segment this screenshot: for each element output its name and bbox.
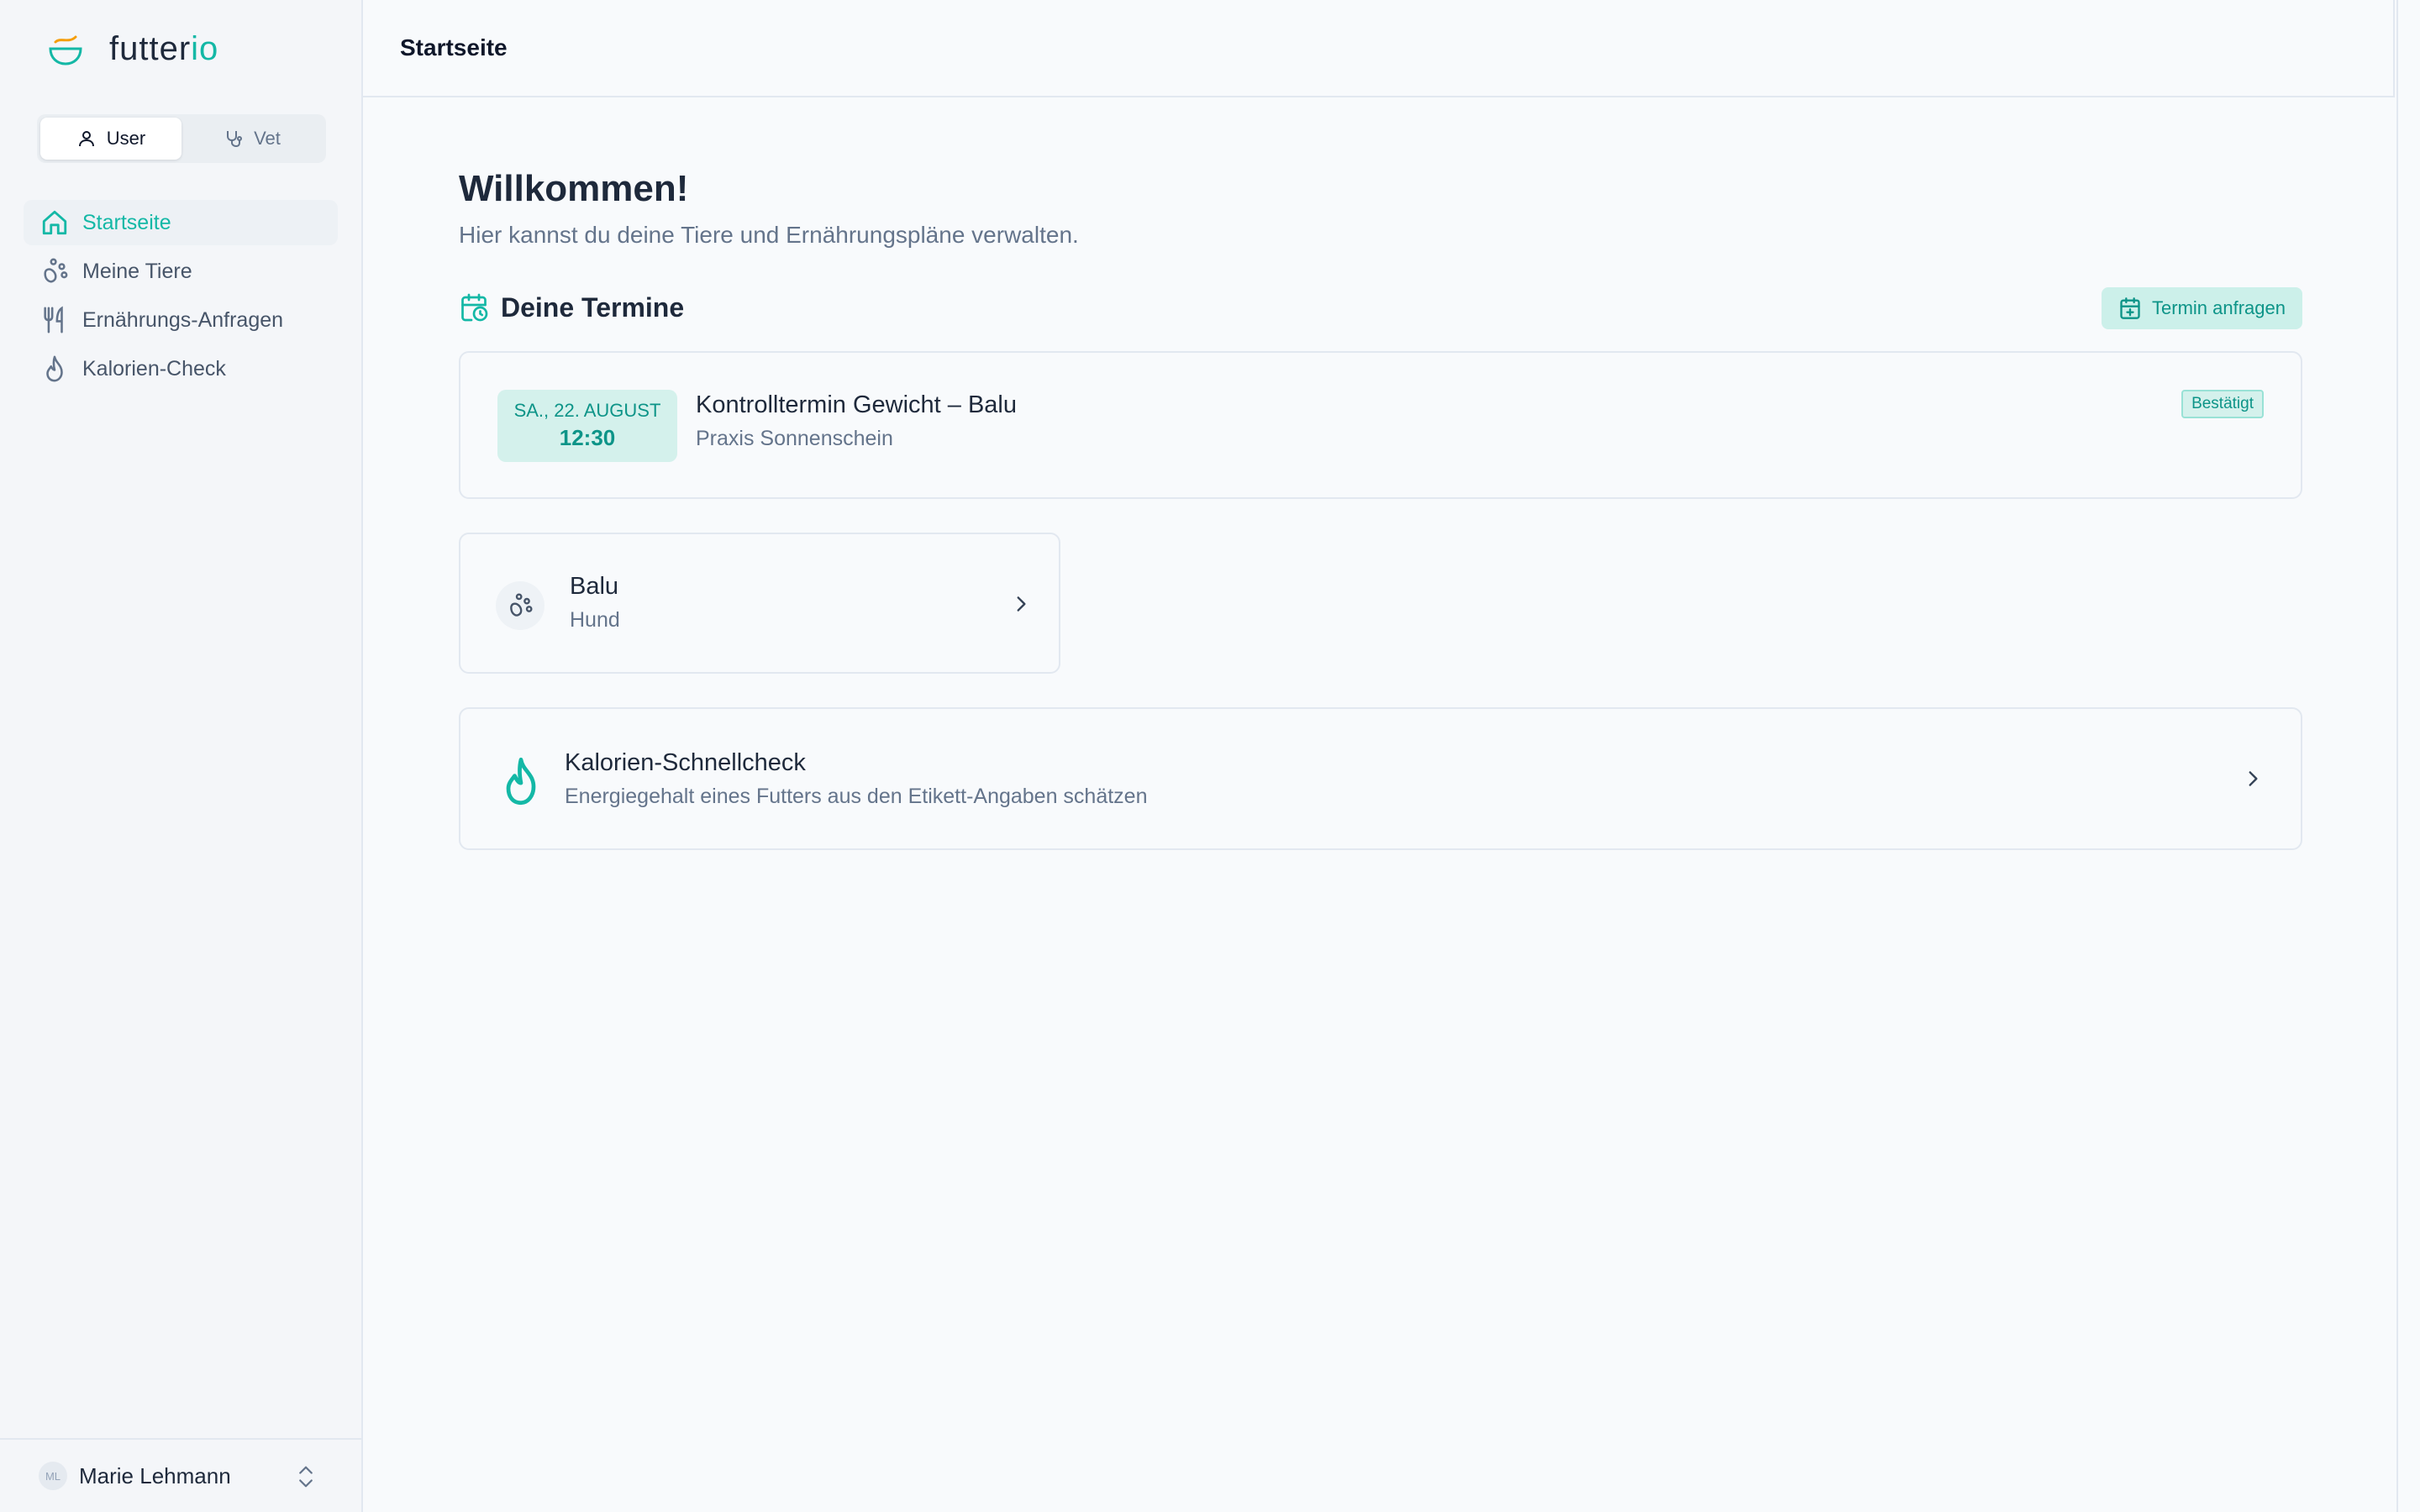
user-icon bbox=[78, 131, 94, 147]
content: Willkommen! Hier kannst du deine Tiere u… bbox=[459, 168, 2302, 850]
avatar: ML bbox=[39, 1462, 67, 1490]
flame-icon bbox=[506, 757, 536, 806]
paw-icon bbox=[44, 258, 68, 283]
app: futterio User Vet Startseite Meine Tiere… bbox=[0, 0, 2420, 1512]
appointment-place: Praxis Sonnenschein bbox=[696, 427, 893, 450]
sidebar-item-label: Kalorien-Check bbox=[82, 356, 226, 381]
pet-name: Balu bbox=[570, 573, 619, 600]
pet-card[interactable]: Balu Hund bbox=[459, 533, 1060, 674]
page-header-title: Startseite bbox=[400, 34, 508, 60]
appointment-title: Kontrolltermin Gewicht – Balu bbox=[696, 391, 1017, 418]
page-title: Willkommen! bbox=[459, 168, 689, 209]
sidebar-item-startseite[interactable]: Startseite bbox=[24, 200, 338, 245]
chevron-right-icon bbox=[2249, 771, 2258, 786]
user-menu[interactable]: ML Marie Lehmann bbox=[0, 1438, 361, 1512]
appointment-card[interactable]: SA., 22. AUGUST 12:30 Kontrolltermin Gew… bbox=[459, 351, 2302, 499]
sidebar-item-kalorien-check[interactable]: Kalorien-Check bbox=[24, 346, 338, 391]
sidebar-item-meine-tiere[interactable]: Meine Tiere bbox=[24, 249, 338, 294]
appointments-header: Deine Termine Termin anfragen bbox=[459, 286, 2302, 329]
appointment-date: SA., 22. AUGUST bbox=[513, 400, 661, 421]
appointments-title: Deine Termine bbox=[501, 291, 685, 323]
topbar: Startseite bbox=[363, 0, 2395, 97]
bowl-logo-icon bbox=[49, 35, 82, 66]
role-vet-button[interactable]: Vet bbox=[182, 118, 323, 160]
sidebar-item-label: Meine Tiere bbox=[82, 259, 192, 283]
calendar-clock-icon bbox=[461, 293, 488, 322]
sidebar-item-ernaehrungs-anfragen[interactable]: Ernährungs-Anfragen bbox=[24, 297, 338, 343]
role-switch: User Vet bbox=[37, 114, 326, 163]
calendar-plus-icon bbox=[2120, 297, 2140, 319]
appointment-date-badge: SA., 22. AUGUST 12:30 bbox=[497, 390, 677, 462]
main-area: Startseite Willkommen! Hier kannst du de… bbox=[363, 0, 2420, 1512]
brand-logo[interactable]: futterio bbox=[44, 24, 218, 74]
appointment-time: 12:30 bbox=[559, 425, 616, 450]
home-icon bbox=[42, 210, 67, 235]
pet-species: Hund bbox=[570, 608, 620, 632]
pet-avatar bbox=[496, 581, 544, 630]
sidebar-nav: Startseite Meine Tiere Ernährungs-Anfrag… bbox=[24, 200, 338, 395]
calorie-check-card[interactable]: Kalorien-Schnellcheck Energiegehalt eine… bbox=[459, 707, 2302, 850]
role-user-button[interactable]: User bbox=[40, 118, 182, 160]
status-badge: Bestätigt bbox=[2181, 390, 2264, 418]
chevron-up-down-icon bbox=[299, 1466, 313, 1488]
calorie-check-description: Energiegehalt eines Futters aus den Etik… bbox=[565, 785, 1148, 808]
calorie-check-title: Kalorien-Schnellcheck bbox=[565, 749, 806, 776]
paw-icon bbox=[510, 593, 533, 617]
request-appointment-button[interactable]: Termin anfragen bbox=[2102, 287, 2302, 329]
request-appointment-label: Termin anfragen bbox=[2152, 297, 2286, 318]
flame-icon bbox=[46, 355, 63, 382]
chevron-right-icon bbox=[1017, 596, 1026, 612]
sidebar-item-label: Ernährungs-Anfragen bbox=[82, 307, 284, 332]
sidebar: futterio User Vet Startseite Meine Tiere… bbox=[0, 0, 363, 1512]
page-subtitle: Hier kannst du deine Tiere und Ernährung… bbox=[459, 222, 1079, 248]
utensils-icon bbox=[44, 306, 63, 333]
user-name: Marie Lehmann bbox=[79, 1462, 231, 1488]
divider bbox=[2396, 0, 2398, 1512]
stethoscope-icon bbox=[227, 131, 243, 148]
sidebar-item-label: Startseite bbox=[82, 210, 171, 234]
role-user-label: User bbox=[106, 128, 146, 149]
brand-name: futterio bbox=[109, 29, 219, 67]
role-vet-label: Vet bbox=[254, 128, 281, 149]
